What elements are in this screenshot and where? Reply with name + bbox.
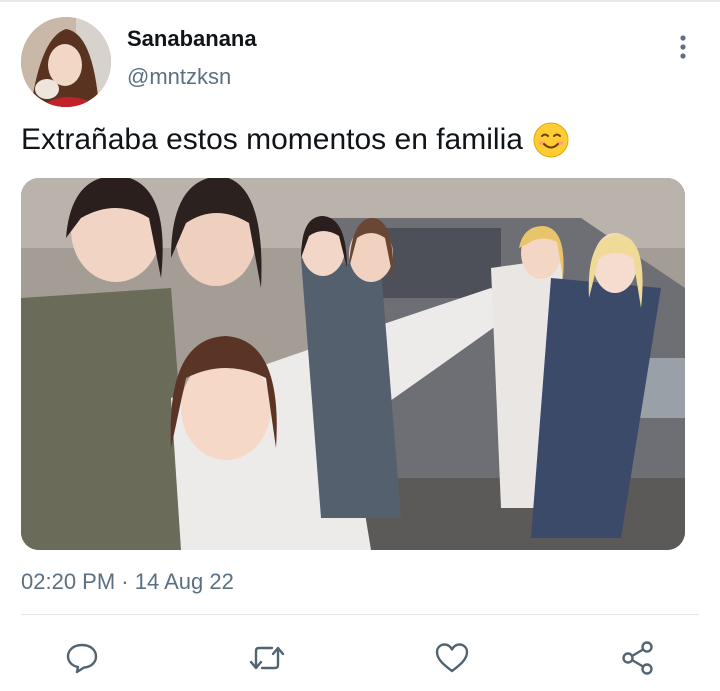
tweet-date: 14 Aug 22: [134, 569, 234, 594]
reply-button[interactable]: [62, 638, 102, 678]
share-icon: [622, 641, 653, 675]
tweet-body: Extrañaba estos momentos en familia: [21, 122, 569, 158]
smiling-face-emoji-icon: [533, 122, 569, 158]
meme-photo: [21, 178, 685, 550]
meta-separator: ·: [121, 569, 129, 594]
tweet-media-image[interactable]: [21, 178, 685, 550]
avatar[interactable]: [21, 17, 111, 107]
reply-icon: [66, 643, 98, 674]
retweet-icon: [249, 646, 285, 670]
more-options-icon[interactable]: [672, 34, 694, 60]
tweet-timestamp[interactable]: 02:20 PM · 14 Aug 22: [21, 569, 234, 595]
share-button[interactable]: [618, 638, 658, 678]
like-button[interactable]: [432, 638, 472, 678]
tweet-time: 02:20 PM: [21, 569, 116, 594]
avatar-photo: [21, 17, 111, 107]
heart-icon: [435, 643, 469, 673]
actions-divider: [21, 614, 699, 615]
tweet-text: Extrañaba estos momentos en familia: [21, 123, 523, 156]
top-divider: [0, 0, 720, 2]
retweet-button[interactable]: [247, 638, 287, 678]
display-name[interactable]: Sanabanana: [127, 26, 257, 52]
user-handle[interactable]: @mntzksn: [127, 64, 231, 90]
